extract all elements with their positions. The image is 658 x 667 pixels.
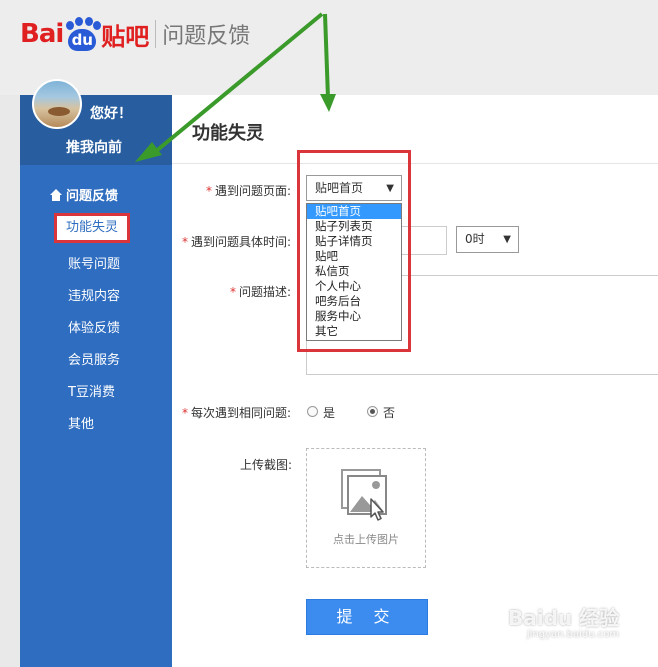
sidebar-item-violation[interactable]: 违规内容 [68, 285, 120, 304]
baidu-tieba-logo[interactable]: Bai du 贴吧 问题反馈 [20, 14, 250, 54]
hour-select[interactable]: 0时 ▼ [456, 226, 519, 253]
avatar[interactable] [32, 79, 82, 129]
baidu-jingyan-watermark: Baidu 经验 jingyan.baidu.com [508, 602, 619, 640]
watermark-text: Baidu 经验 [508, 606, 620, 630]
logo-text-du: du [68, 29, 97, 51]
main-content: 功能失灵 * 遇到问题页面: 贴吧首页 ▼ * 遇到问题具体时间: 0时 ▼ * 问题… [172, 95, 658, 667]
sidebar-item-membership[interactable]: 会员服务 [68, 349, 120, 368]
header-subtitle: 问题反馈 [162, 24, 251, 49]
home-icon [50, 188, 62, 201]
sidebar-item-account[interactable]: 账号问题 [68, 253, 120, 272]
logo-text-bai: Bai [20, 19, 64, 49]
upload-field-label: 上传截图: [240, 458, 293, 472]
page-title: 功能失灵 [192, 123, 264, 144]
title-divider [172, 163, 658, 164]
radio-no-label: 否 [383, 406, 396, 420]
required-mark: * [182, 235, 188, 249]
watermark-url: jingyan.baidu.com [526, 629, 620, 640]
page-header: Bai du 贴吧 问题反馈 [0, 0, 658, 95]
upload-hint: 点击上传图片 [333, 533, 399, 546]
required-mark: * [182, 406, 188, 420]
sidebar-section-title[interactable]: 问题反馈 [50, 185, 118, 204]
greeting-text: 您好！ [90, 106, 132, 122]
username[interactable]: 推我向前 [66, 137, 122, 157]
submit-button[interactable]: 提 交 [306, 599, 428, 635]
sidebar-item-tdou[interactable]: T豆消费 [68, 381, 115, 400]
radio-yes[interactable] [307, 406, 318, 417]
logo-divider [155, 20, 157, 48]
annotation-highlight-box [297, 150, 411, 352]
sidebar-item-function-failure[interactable]: 功能失灵 [54, 213, 130, 243]
page-field-label: * 遇到问题页面: [206, 184, 292, 198]
user-profile: 您好！ 推我向前 [20, 79, 172, 165]
desc-field-label: * 问题描述: [230, 285, 292, 299]
sidebar-section-label: 问题反馈 [66, 189, 119, 204]
radio-no[interactable] [367, 406, 378, 417]
upload-dropzone[interactable]: 点击上传图片 [306, 448, 426, 568]
sidebar: 您好！ 推我向前 问题反馈 功能失灵 账号问题 违规内容 体验反馈 会员服务 T… [20, 79, 172, 667]
image-upload-icon [341, 469, 387, 521]
caret-down-icon: ▼ [503, 234, 511, 245]
required-mark: * [206, 184, 212, 198]
repeat-field-label: * 每次遇到相同问题: [182, 406, 292, 420]
sidebar-item-experience[interactable]: 体验反馈 [68, 317, 120, 336]
hour-select-value: 0时 [465, 232, 485, 246]
sidebar-item-other[interactable]: 其他 [68, 413, 94, 432]
logo-text-tieba: 贴吧 [101, 22, 150, 51]
time-field-label: * 遇到问题具体时间: [182, 235, 292, 249]
radio-yes-label: 是 [323, 406, 336, 420]
required-mark: * [230, 285, 236, 299]
baidu-paw-icon: du [64, 17, 102, 51]
